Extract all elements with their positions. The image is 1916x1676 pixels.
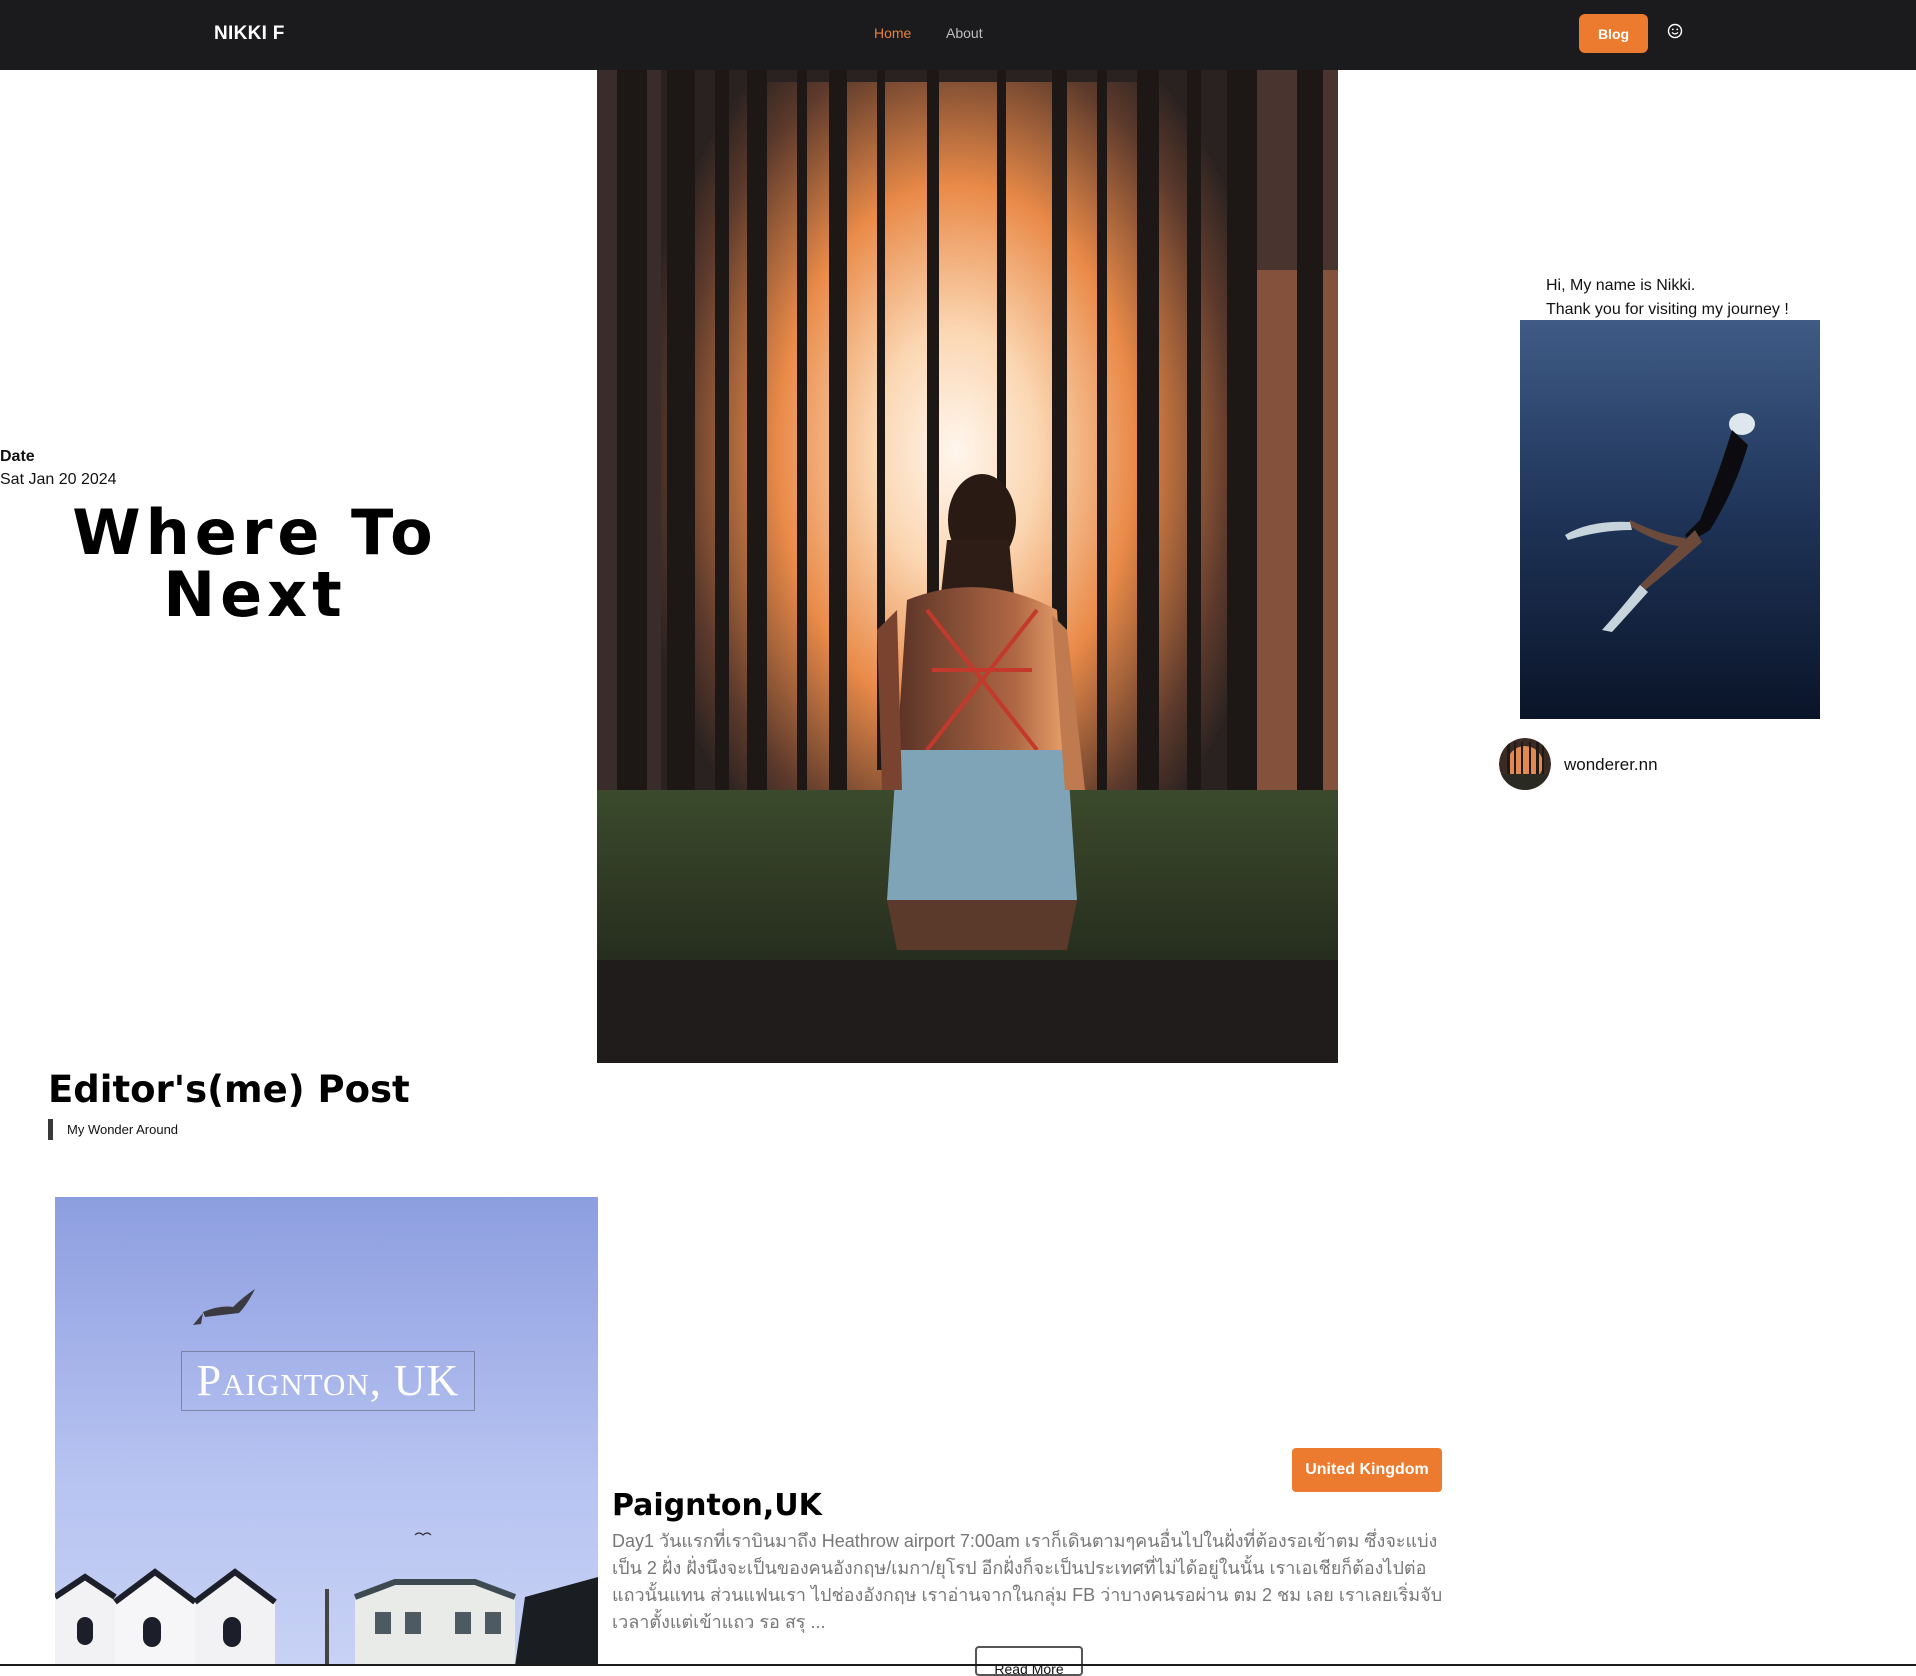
nav-home-link[interactable]: Home <box>874 25 911 41</box>
brand-logo[interactable]: NIKKI F <box>214 23 285 45</box>
greeting-line2: Thank you for visiting my journey ! <box>1546 301 1789 318</box>
nav-about-link[interactable]: About <box>946 25 983 41</box>
blog-button[interactable]: Blog <box>1579 14 1648 53</box>
country-badge[interactable]: United Kingdom <box>1292 1448 1442 1492</box>
section-title: Editor's(me) Post <box>48 1068 410 1111</box>
top-navbar: NIKKI F Home About Blog <box>0 0 1916 70</box>
post-title[interactable]: Paignton,UK <box>612 1488 822 1523</box>
hero-title: Where To Next <box>60 502 450 626</box>
profile-handle[interactable]: wonderer.nn <box>1564 755 1658 775</box>
greeting-text: Hi, My name is Nikki. Thank you for visi… <box>1546 274 1789 322</box>
hero-image <box>597 70 1338 1063</box>
section-subtitle: My Wonder Around <box>48 1119 178 1140</box>
greeting-line1: Hi, My name is Nikki. <box>1546 277 1696 294</box>
read-more-button[interactable]: Read More <box>975 1646 1083 1676</box>
post-excerpt: Day1 วันแรกที่เราบินมาถึง Heathrow airpo… <box>612 1531 1443 1632</box>
post-image-caption: Paignton, UK <box>181 1351 475 1411</box>
date-value: Sat Jan 20 2024 <box>0 471 117 488</box>
smiley-face-icon[interactable] <box>1666 22 1684 40</box>
hero-title-line2: Next <box>163 558 347 631</box>
post-image[interactable]: Paignton, UK <box>55 1197 598 1666</box>
profile-image <box>1520 320 1820 719</box>
date-label: Date <box>0 448 35 465</box>
avatar[interactable] <box>1499 738 1551 790</box>
